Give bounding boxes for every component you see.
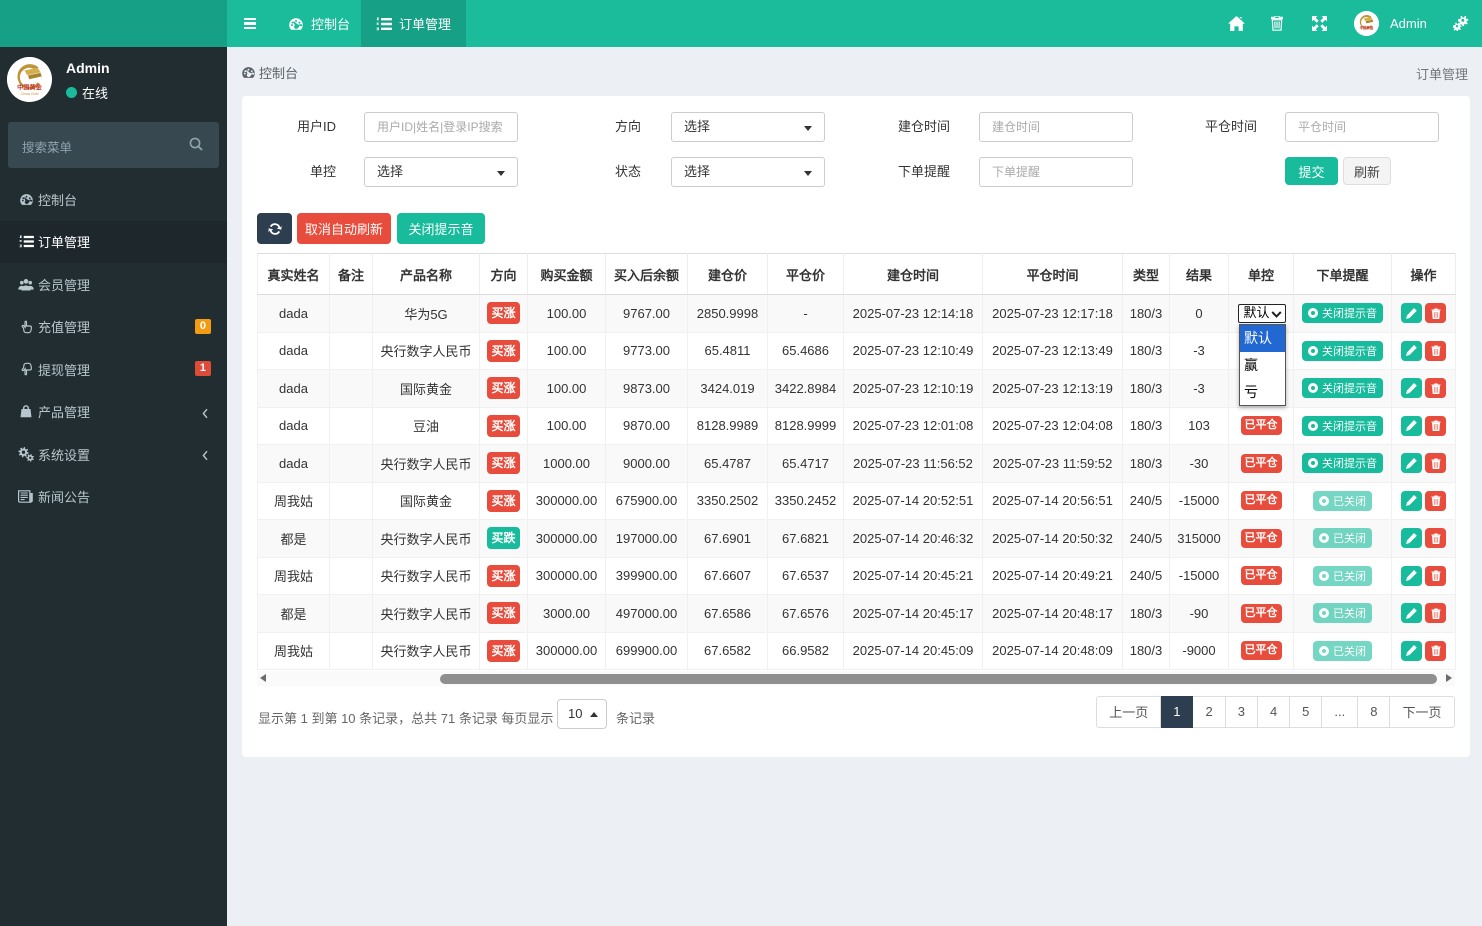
svg-text:中国黄金: 中国黄金: [17, 84, 43, 92]
svg-text:China Gold: China Gold: [21, 92, 39, 96]
svg-text:中国黄金: 中国黄金: [1360, 25, 1374, 30]
